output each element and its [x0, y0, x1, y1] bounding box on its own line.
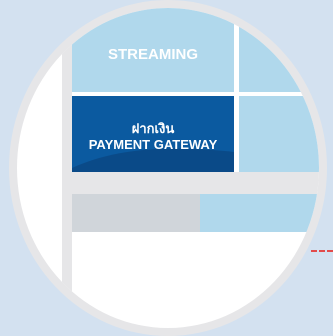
right-middle-tile[interactable]	[239, 96, 319, 172]
horizontal-divider	[62, 172, 319, 194]
payment-label-thai: ฝากเงิน	[131, 121, 175, 136]
streaming-label: STREAMING	[108, 46, 198, 63]
light-bar	[200, 194, 319, 232]
streaming-tile[interactable]: STREAMING	[72, 8, 234, 92]
magnified-content: STREAMING ฝากเงิน PAYMENT GATEWAY	[17, 8, 319, 328]
circular-magnifier: STREAMING ฝากเงิน PAYMENT GATEWAY	[9, 0, 327, 336]
top-right-tile[interactable]	[239, 8, 319, 92]
payment-label-english: PAYMENT GATEWAY	[88, 137, 218, 152]
payment-gateway-tile[interactable]: ฝากเงิน PAYMENT GATEWAY	[72, 96, 234, 172]
gray-bar	[72, 194, 200, 232]
left-divider	[62, 8, 72, 328]
red-dashed-line	[311, 250, 333, 252]
